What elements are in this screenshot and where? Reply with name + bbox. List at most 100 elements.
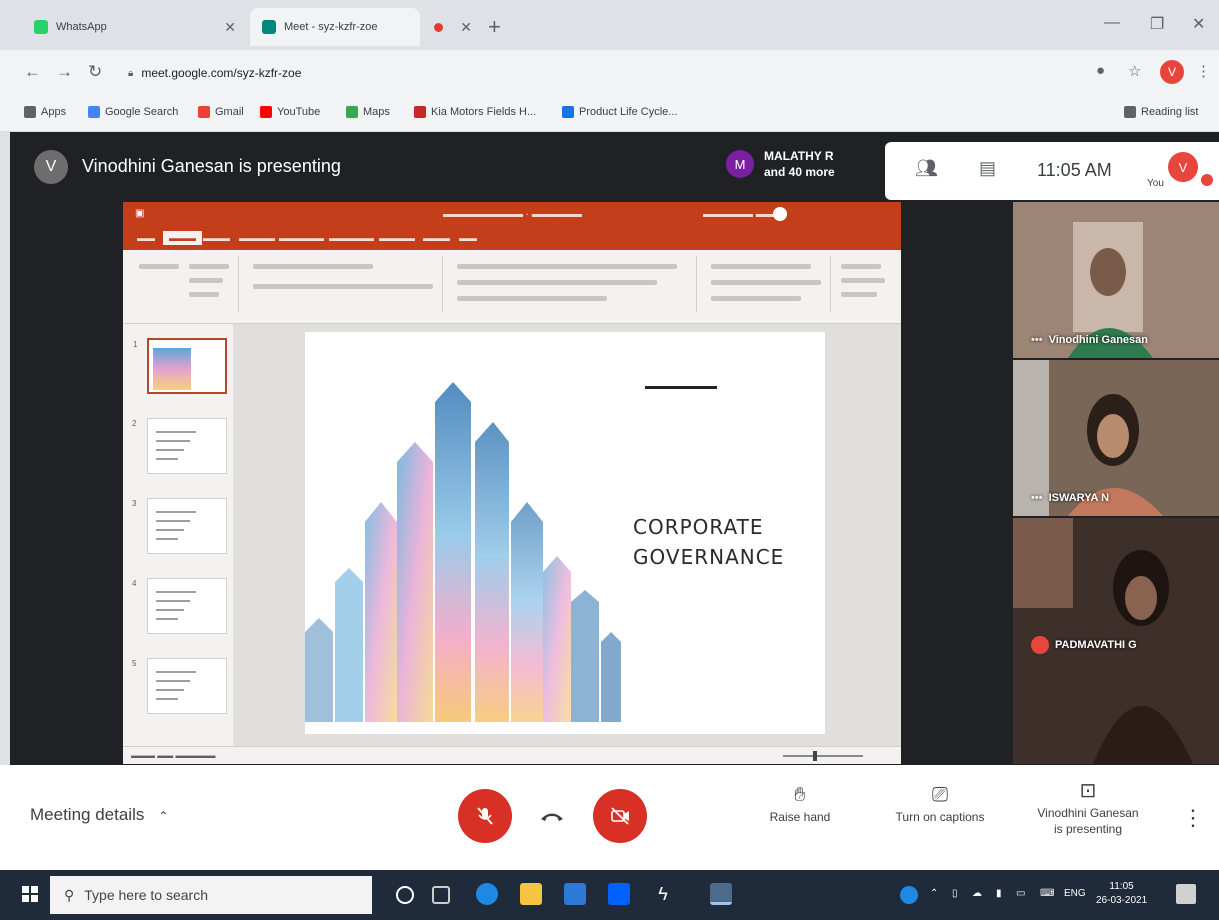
zoom-knob[interactable] — [813, 751, 817, 761]
participant-tile[interactable]: ••• ISWARYA N — [1013, 360, 1219, 516]
ribbon-tab[interactable]: ▬▬ — [459, 233, 477, 243]
slide-number: 4 — [132, 579, 137, 588]
ppt-title-bar: ▣ ▬▬▬▬▬▬▬▬ · ▬▬▬▬▬ ▬▬▬▬▬ ▬▬▬ — [123, 202, 901, 228]
more-options-icon[interactable]: ⋮ — [1182, 805, 1204, 831]
bookmark-label: YouTube — [277, 106, 321, 118]
cortana-icon[interactable] — [396, 886, 414, 904]
ribbon-tab-selected[interactable]: ▬▬▬ — [163, 231, 202, 245]
title-rule — [645, 386, 717, 389]
back-icon[interactable]: ← — [24, 62, 41, 82]
camera-icon[interactable]: ● — [1096, 62, 1105, 79]
lightning-icon[interactable]: ϟ — [652, 883, 674, 905]
battery-icon[interactable]: ▯ — [952, 888, 958, 899]
new-tab-button[interactable]: + — [488, 14, 501, 40]
hang-up-icon[interactable] — [540, 810, 564, 822]
bookmark-label: Kia Motors Fields H... — [431, 106, 537, 118]
slide-number: 1 — [133, 340, 138, 349]
url-field[interactable]: 🔒︎ meet.google.com/syz-kzfr-zoe — [118, 59, 1078, 87]
bookmark-label: Maps — [363, 106, 390, 118]
bookmark-maps[interactable]: Maps — [346, 106, 390, 118]
slide-thumbnail[interactable]: 4 — [132, 578, 227, 634]
bookmark-label: Google Search — [105, 106, 179, 118]
tab-recording[interactable]: ✕ — [422, 8, 484, 46]
slide-thumbnail[interactable]: 1 — [133, 338, 227, 394]
star-icon[interactable]: ☆ — [1128, 62, 1141, 80]
participant-name: ••• Vinodhini Ganesan — [1031, 334, 1148, 346]
ribbon-tab[interactable]: ▬▬▬▬▬ — [279, 233, 324, 243]
file-explorer-icon[interactable] — [520, 883, 542, 905]
keyboard-icon[interactable]: ⌨︎ — [1040, 888, 1054, 899]
ribbon-tab[interactable]: ▬▬▬ — [203, 233, 230, 243]
chevron-up-icon: ⌃ — [158, 809, 169, 823]
taskbar-clock[interactable]: 11:05 26-03-2021 — [1096, 880, 1147, 908]
meeting-details-label: Meeting details — [30, 805, 145, 824]
bookmark-product[interactable]: Product Life Cycle... — [562, 106, 677, 118]
close-window-icon[interactable]: ✕ — [1192, 14, 1205, 34]
tab-title: WhatsApp — [56, 21, 107, 33]
windows-start-icon[interactable] — [22, 886, 38, 902]
lock-icon: 🔒︎ — [128, 67, 134, 79]
zoom-slider[interactable] — [783, 755, 863, 757]
task-view-icon[interactable] — [432, 886, 450, 904]
thumbnail-text-line — [156, 520, 190, 522]
taskbar-search[interactable]: ⚲ Type here to search — [50, 876, 372, 914]
slide-thumbnail[interactable]: 2 — [132, 418, 227, 474]
notifications-icon[interactable] — [1176, 884, 1196, 904]
app-tray-icon[interactable] — [900, 886, 918, 904]
clock-date: 26-03-2021 — [1096, 895, 1148, 906]
menu-icon[interactable]: ⋮ — [1196, 62, 1211, 80]
language-indicator[interactable]: ENG — [1064, 888, 1086, 899]
presentation-button[interactable]: ⊡ Vinodhini Ganesan is presenting — [1026, 781, 1150, 837]
bookmark-gmail[interactable]: Gmail — [198, 106, 244, 118]
thumbnail-text-line — [156, 609, 184, 611]
cloud-icon[interactable]: ☁︎ — [972, 888, 982, 899]
camera-toggle-button[interactable] — [593, 789, 647, 843]
ribbon-tab[interactable]: ▬▬▬ — [423, 233, 450, 243]
store-icon[interactable] — [564, 883, 586, 905]
tab-whatsapp[interactable]: WhatsApp ✕ — [22, 8, 248, 46]
profile-avatar[interactable]: V — [1160, 60, 1184, 84]
participant-avatar: M — [726, 150, 754, 178]
tab-meet[interactable]: Meet - syz-kzfr-zoe — [250, 8, 420, 46]
alert-badge — [1201, 174, 1213, 186]
reload-icon[interactable]: ↻ — [88, 62, 102, 82]
participants-chip[interactable]: M MALATHY R and 40 more — [726, 148, 835, 180]
current-slide: CORPORATE GOVERNANCE — [305, 332, 825, 734]
speaker-icon[interactable]: ▮ — [996, 888, 1002, 899]
close-icon[interactable]: ✕ — [460, 19, 472, 36]
ppt-ribbon-tabs: ▬▬ ▬▬▬ ▬▬▬ ▬▬▬▬ ▬▬▬▬▬ ▬▬▬▬▬ ▬▬▬▬ ▬▬▬ ▬▬ — [123, 228, 901, 250]
close-icon[interactable]: ✕ — [224, 19, 236, 36]
ribbon-tab[interactable]: ▬▬▬▬ — [239, 233, 275, 243]
edge-icon[interactable] — [476, 883, 498, 905]
mic-toggle-button[interactable] — [458, 789, 512, 843]
reading-list[interactable]: Reading list — [1124, 106, 1198, 118]
participant-tile[interactable]: PADMAVATHI G — [1013, 518, 1219, 764]
meet-control-bar: Meeting details ⌃ ✋︎ Raise hand ⎚ Turn o… — [0, 765, 1219, 870]
network-icon[interactable]: ▭ — [1016, 888, 1025, 899]
bookmark-google[interactable]: Google Search — [88, 106, 178, 118]
meet-top-toolbar: 👥︎ ▤ 11:05 AM You V — [885, 142, 1219, 200]
tray-chevron-icon[interactable]: ⌃ — [930, 888, 938, 899]
slide-thumbnail[interactable]: 3 — [132, 498, 227, 554]
reading-list-icon — [1124, 106, 1136, 118]
ribbon-tab[interactable]: ▬▬▬▬ — [379, 233, 415, 243]
bookmark-youtube[interactable]: YouTube — [260, 106, 320, 118]
minimize-icon[interactable]: — — [1104, 14, 1120, 32]
raise-hand-button[interactable]: ✋︎ Raise hand — [760, 785, 840, 825]
chat-icon[interactable]: ▤ — [979, 158, 996, 179]
bookmark-kia[interactable]: Kia Motors Fields H... — [414, 106, 536, 118]
people-icon[interactable]: 👥︎ — [915, 158, 938, 179]
ribbon-tab[interactable]: ▬▬▬▬▬ — [329, 233, 374, 243]
participant-tile[interactable]: ••• Vinodhini Ganesan — [1013, 202, 1219, 358]
ribbon-tab[interactable]: ▬▬ — [137, 233, 155, 243]
thumbnail-text-line — [156, 618, 178, 620]
dropbox-icon[interactable] — [608, 883, 630, 905]
slide-thumbnail[interactable]: 5 — [132, 658, 227, 714]
forward-icon[interactable]: → — [56, 62, 73, 82]
maximize-icon[interactable]: ❐ — [1150, 14, 1164, 34]
meeting-details-button[interactable]: Meeting details ⌃ — [30, 805, 168, 825]
captions-button[interactable]: ⎚ Turn on captions — [882, 785, 998, 825]
globe-icon — [562, 106, 574, 118]
bookmark-apps[interactable]: Apps — [24, 106, 66, 118]
chrome-icon[interactable] — [710, 883, 732, 905]
